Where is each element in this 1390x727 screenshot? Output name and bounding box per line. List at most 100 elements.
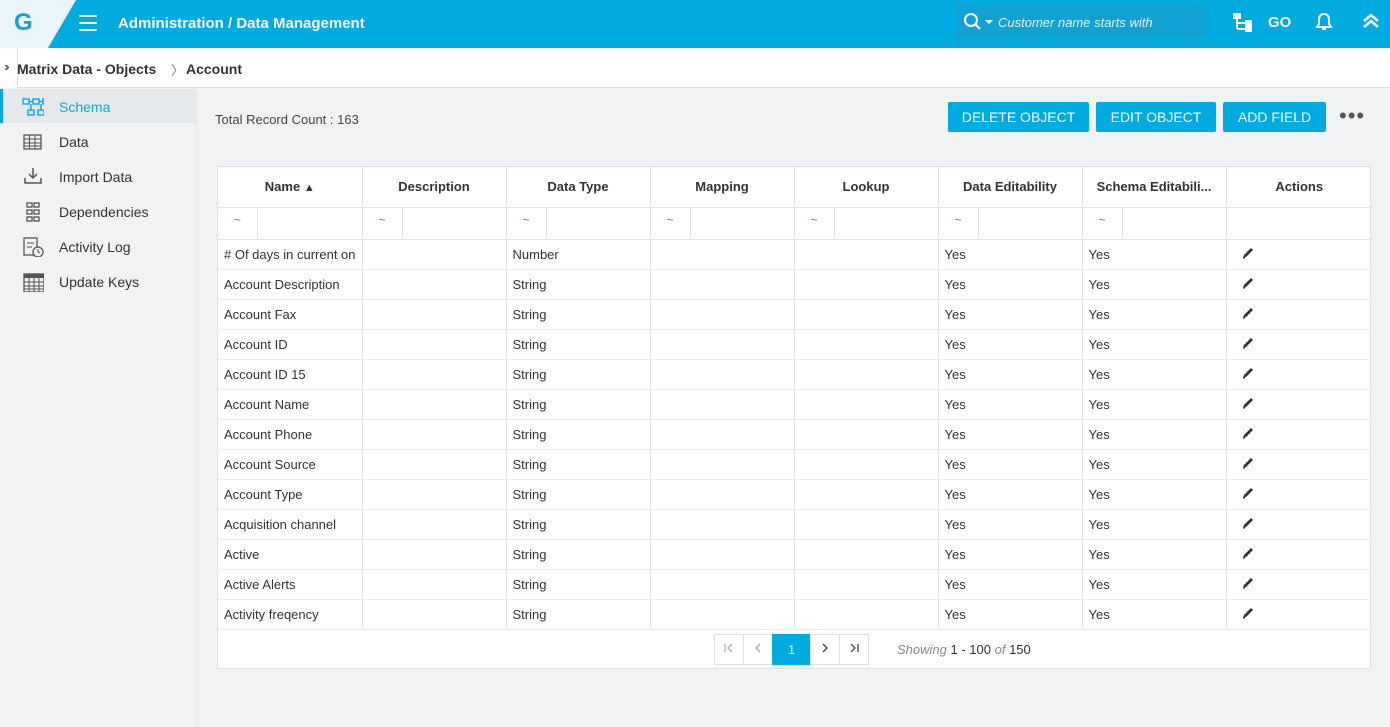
- cell-schema-editability: Yes: [1082, 419, 1227, 450]
- filter-input-name[interactable]: [258, 207, 361, 238]
- filter-operator-icon[interactable]: ~: [1083, 207, 1123, 238]
- edit-pencil-icon[interactable]: [1241, 456, 1255, 473]
- sidebar-item-import-data[interactable]: Import Data: [0, 159, 197, 193]
- edit-pencil-icon[interactable]: [1241, 546, 1255, 563]
- filter-input-schema-editability[interactable]: [1122, 207, 1225, 238]
- sidebar: Schema Data Import Data Dependencies Act…: [0, 88, 197, 727]
- table-row[interactable]: Account Type String Yes Yes: [218, 479, 1372, 510]
- more-options-icon[interactable]: •••: [1339, 105, 1365, 127]
- filter-input-description[interactable]: [402, 207, 505, 238]
- column-header-schema-editability[interactable]: Schema Editabili...: [1082, 167, 1227, 208]
- sidebar-item-data[interactable]: Data: [0, 124, 197, 158]
- logo-letter: G: [14, 9, 33, 36]
- edit-pencil-icon[interactable]: [1241, 516, 1255, 533]
- edit-pencil-icon[interactable]: [1241, 576, 1255, 593]
- column-header-description[interactable]: Description: [362, 167, 507, 208]
- cell-description: [362, 389, 507, 420]
- bell-icon[interactable]: [1315, 12, 1333, 32]
- column-header-data-editability[interactable]: Data Editability: [938, 167, 1083, 208]
- table-row[interactable]: Account Source String Yes Yes: [218, 449, 1372, 480]
- cell-data-editability: Yes: [938, 389, 1083, 420]
- expand-panel-button[interactable]: ››: [0, 48, 18, 88]
- org-chart-icon[interactable]: [1230, 12, 1254, 34]
- table-row[interactable]: Account Description String Yes Yes: [218, 269, 1372, 300]
- delete-object-button[interactable]: DELETE OBJECT: [948, 102, 1089, 132]
- cell-mapping: [650, 389, 795, 420]
- cell-actions: [1226, 569, 1372, 600]
- chevron-left-icon: [755, 643, 761, 653]
- cell-actions: [1226, 359, 1372, 390]
- table-row[interactable]: Account ID 15 String Yes Yes: [218, 359, 1372, 390]
- breadcrumb-parent[interactable]: Matrix Data - Objects: [17, 61, 156, 77]
- cell-data-editability: Yes: [938, 599, 1083, 630]
- go-icon[interactable]: GO: [1268, 14, 1291, 31]
- edit-pencil-icon[interactable]: [1241, 276, 1255, 293]
- search-icon[interactable]: [963, 12, 995, 32]
- cell-actions: [1226, 299, 1372, 330]
- table-row[interactable]: Activity freqency String Yes Yes: [218, 599, 1372, 630]
- column-header-lookup[interactable]: Lookup: [794, 167, 939, 208]
- edit-pencil-icon[interactable]: [1241, 366, 1255, 383]
- app-logo[interactable]: G: [0, 0, 76, 48]
- page-button-current[interactable]: 1: [772, 634, 811, 665]
- cell-data-type: String: [506, 569, 651, 600]
- column-header-mapping[interactable]: Mapping: [650, 167, 795, 208]
- sidebar-item-activity-log[interactable]: Activity Log: [0, 229, 197, 263]
- cell-schema-editability: Yes: [1082, 269, 1227, 300]
- filter-input-lookup[interactable]: [834, 207, 937, 238]
- cell-mapping: [650, 269, 795, 300]
- filter-operator-icon[interactable]: ~: [218, 207, 258, 238]
- filter-operator-icon[interactable]: ~: [363, 207, 403, 238]
- chevron-up-icon[interactable]: [1361, 12, 1381, 30]
- table-row[interactable]: Account Fax String Yes Yes: [218, 299, 1372, 330]
- table-row[interactable]: Active String Yes Yes: [218, 539, 1372, 570]
- filter-operator-icon[interactable]: ~: [651, 207, 691, 238]
- logo-shape: [0, 0, 76, 48]
- filter-input-mapping[interactable]: [690, 207, 793, 238]
- cell-data-type: String: [506, 479, 651, 510]
- table-row[interactable]: # Of days in current on Number Yes Yes: [218, 239, 1372, 270]
- filter-input-data-editability[interactable]: [978, 207, 1081, 238]
- filter-operator-icon[interactable]: ~: [939, 207, 979, 238]
- cell-actions: [1226, 599, 1372, 630]
- edit-object-button[interactable]: EDIT OBJECT: [1096, 102, 1216, 132]
- table-row[interactable]: Acquisition channel String Yes Yes: [218, 509, 1372, 540]
- edit-pencil-icon[interactable]: [1241, 426, 1255, 443]
- sidebar-item-dependencies[interactable]: Dependencies: [0, 194, 197, 228]
- table-row[interactable]: Account ID String Yes Yes: [218, 329, 1372, 360]
- global-search[interactable]: [956, 6, 1206, 39]
- edit-pencil-icon[interactable]: [1241, 486, 1255, 503]
- sort-asc-icon: ▲: [303, 182, 315, 195]
- next-page-button[interactable]: [810, 634, 840, 665]
- cell-data-editability: Yes: [938, 269, 1083, 300]
- search-input[interactable]: [998, 13, 1198, 31]
- last-page-button[interactable]: [839, 634, 869, 665]
- edit-pencil-icon[interactable]: [1241, 606, 1255, 623]
- edit-pencil-icon[interactable]: [1241, 246, 1255, 263]
- cell-name: Account Phone: [218, 419, 363, 450]
- grid-icon: [23, 134, 42, 150]
- edit-pencil-icon[interactable]: [1241, 396, 1255, 413]
- table-row[interactable]: Account Name String Yes Yes: [218, 389, 1372, 420]
- filter-input-data-type[interactable]: [546, 207, 649, 238]
- edit-pencil-icon[interactable]: [1241, 336, 1255, 353]
- cell-actions: [1226, 389, 1372, 420]
- table-row[interactable]: Account Phone String Yes Yes: [218, 419, 1372, 450]
- prev-page-button[interactable]: [743, 634, 773, 665]
- table-row[interactable]: Active Alerts String Yes Yes: [218, 569, 1372, 600]
- cell-data-type: String: [506, 539, 651, 570]
- sidebar-item-schema[interactable]: Schema: [0, 89, 197, 123]
- column-header-name[interactable]: Name ▲: [218, 167, 363, 208]
- filter-operator-icon[interactable]: ~: [795, 207, 835, 238]
- column-header-data-type[interactable]: Data Type: [506, 167, 651, 208]
- chevron-right-icon: [822, 643, 828, 653]
- sidebar-item-update-keys[interactable]: Update Keys: [0, 264, 197, 298]
- cell-data-type: String: [506, 269, 651, 300]
- page-title: Administration / Data Management: [118, 15, 365, 32]
- add-field-button[interactable]: ADD FIELD: [1223, 102, 1326, 132]
- hamburger-menu-icon[interactable]: [79, 15, 97, 31]
- first-page-button[interactable]: [714, 634, 744, 665]
- filter-operator-icon[interactable]: ~: [507, 207, 547, 238]
- edit-pencil-icon[interactable]: [1241, 306, 1255, 323]
- cell-mapping: [650, 569, 795, 600]
